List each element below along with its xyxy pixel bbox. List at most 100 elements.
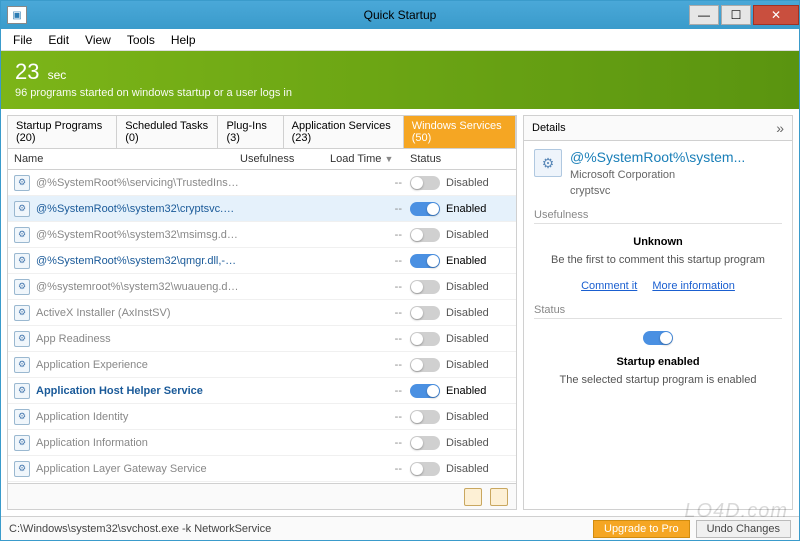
service-item-icon: ⚙ [14, 175, 30, 191]
table-row[interactable]: ⚙@%SystemRoot%\system32\cryptsvc.dll,-1.… [8, 196, 516, 222]
status-toggle[interactable] [410, 384, 440, 398]
col-loadtime[interactable]: Load Time ▼ [330, 153, 410, 165]
menu-file[interactable]: File [5, 31, 40, 49]
status-toggle[interactable] [410, 202, 440, 216]
close-button[interactable]: ✕ [753, 5, 799, 25]
service-item-icon: ⚙ [14, 409, 30, 425]
tab-3[interactable]: Application Services (23) [284, 116, 404, 148]
row-name: Application Information [36, 437, 240, 449]
service-item-icon: ⚙ [14, 253, 30, 269]
search-icon[interactable] [490, 488, 508, 506]
menu-edit[interactable]: Edit [40, 31, 77, 49]
row-status: Enabled [410, 384, 510, 398]
status-toggle[interactable] [410, 436, 440, 450]
row-status: Enabled [410, 254, 510, 268]
status-toggle[interactable] [410, 306, 440, 320]
details-body: ⚙ @%SystemRoot%\system... Microsoft Corp… [524, 141, 792, 509]
undo-button[interactable]: Undo Changes [696, 520, 791, 538]
service-icon: ⚙ [534, 149, 562, 177]
table-row[interactable]: ⚙Application Experience--Disabled [8, 352, 516, 378]
menu-tools[interactable]: Tools [119, 31, 163, 49]
status-section-label: Status [534, 304, 782, 319]
status-toggle[interactable] [410, 228, 440, 242]
startup-seconds: 23 sec [15, 61, 785, 83]
seconds-value: 23 [15, 59, 39, 84]
table-row[interactable]: ⚙@%SystemRoot%\system32\msimsg.dll,-27--… [8, 222, 516, 248]
row-loadtime: -- [330, 437, 410, 449]
usefulness-section-label: Usefulness [534, 209, 782, 224]
row-loadtime: -- [330, 255, 410, 267]
status-toggle[interactable] [410, 462, 440, 476]
table-row[interactable]: ⚙ActiveX Installer (AxInstSV)--Disabled [8, 300, 516, 326]
table-row[interactable]: ⚙@%SystemRoot%\servicing\TrustedInstalle… [8, 170, 516, 196]
col-status[interactable]: Status [410, 153, 510, 165]
service-item-icon: ⚙ [14, 461, 30, 477]
table-row[interactable]: ⚙@%SystemRoot%\system32\qmgr.dll,-1000--… [8, 248, 516, 274]
row-loadtime: -- [330, 229, 410, 241]
row-loadtime: -- [330, 463, 410, 475]
table-row[interactable]: ⚙ Application Layer Gateway Service -- Disa… [8, 456, 516, 482]
row-loadtime: -- [330, 281, 410, 293]
service-list[interactable]: ⚙@%SystemRoot%\servicing\TrustedInstalle… [8, 170, 516, 483]
status-desc: The selected startup program is enabled [534, 374, 782, 386]
expand-icon[interactable]: » [776, 120, 784, 136]
more-info-link[interactable]: More information [652, 280, 735, 292]
tab-4[interactable]: Windows Services (50) [404, 116, 516, 148]
row-name: Application Host Helper Service [36, 385, 240, 397]
row-name: Application Identity [36, 411, 240, 423]
table-row[interactable]: ⚙Application Host Helper Service--Enable… [8, 378, 516, 404]
status-toggle[interactable] [410, 410, 440, 424]
summary-banner: 23 sec 96 programs started on windows st… [1, 51, 799, 109]
list-footer [8, 483, 516, 509]
tab-0[interactable]: Startup Programs (20) [8, 116, 117, 148]
table-row[interactable]: ⚙ Application Information -- Disabled [8, 430, 516, 456]
status-toggle[interactable] [410, 332, 440, 346]
row-status: Disabled [410, 436, 510, 450]
tab-strip: Startup Programs (20)Scheduled Tasks (0)… [8, 116, 516, 149]
refresh-icon[interactable] [464, 488, 482, 506]
details-service-name: cryptsvc [570, 185, 782, 197]
row-name: Application Layer Gateway Service [36, 463, 240, 475]
status-headline: Startup enabled [534, 356, 782, 368]
statusbar: C:\Windows\system32\svchost.exe -k Netwo… [1, 516, 799, 540]
status-toggle[interactable] [410, 358, 440, 372]
table-row[interactable]: ⚙Application Identity--Disabled [8, 404, 516, 430]
service-item-icon: ⚙ [14, 435, 30, 451]
row-status: Disabled [410, 176, 510, 190]
comment-link[interactable]: Comment it [581, 280, 637, 292]
row-name: @%SystemRoot%\system32\msimsg.dll,-27 [36, 229, 240, 241]
status-toggle[interactable] [410, 254, 440, 268]
tab-2[interactable]: Plug-Ins (3) [218, 116, 283, 148]
service-item-icon: ⚙ [14, 357, 30, 373]
row-loadtime: -- [330, 177, 410, 189]
status-text: Disabled [446, 437, 489, 449]
row-name: App Readiness [36, 333, 240, 345]
upgrade-button[interactable]: Upgrade to Pro [593, 520, 690, 538]
maximize-button[interactable]: ☐ [721, 5, 751, 25]
row-status: Disabled [410, 410, 510, 424]
summary-subtitle: 96 programs started on windows startup o… [15, 87, 785, 99]
details-status-toggle[interactable] [643, 331, 673, 345]
col-usefulness[interactable]: Usefulness [240, 153, 330, 165]
minimize-button[interactable]: — [689, 5, 719, 25]
row-loadtime: -- [330, 307, 410, 319]
usefulness-headline: Unknown [534, 236, 782, 248]
table-row[interactable]: ⚙@%systemroot%\system32\wuaueng.dll,-105… [8, 274, 516, 300]
titlebar: ▣ Quick Startup — ☐ ✕ [1, 1, 799, 29]
status-text: Disabled [446, 281, 489, 293]
row-loadtime: -- [330, 385, 410, 397]
status-toggle[interactable] [410, 280, 440, 294]
status-toggle[interactable] [410, 176, 440, 190]
content-area: Startup Programs (20)Scheduled Tasks (0)… [1, 109, 799, 516]
menu-help[interactable]: Help [163, 31, 204, 49]
row-status: Disabled [410, 280, 510, 294]
status-text: Disabled [446, 229, 489, 241]
status-text: Disabled [446, 359, 489, 371]
status-text: Disabled [446, 177, 489, 189]
status-text: Disabled [446, 463, 489, 475]
col-name[interactable]: Name [14, 153, 240, 165]
table-row[interactable]: ⚙App Readiness--Disabled [8, 326, 516, 352]
status-text: Enabled [446, 203, 486, 215]
menu-view[interactable]: View [77, 31, 119, 49]
tab-1[interactable]: Scheduled Tasks (0) [117, 116, 218, 148]
